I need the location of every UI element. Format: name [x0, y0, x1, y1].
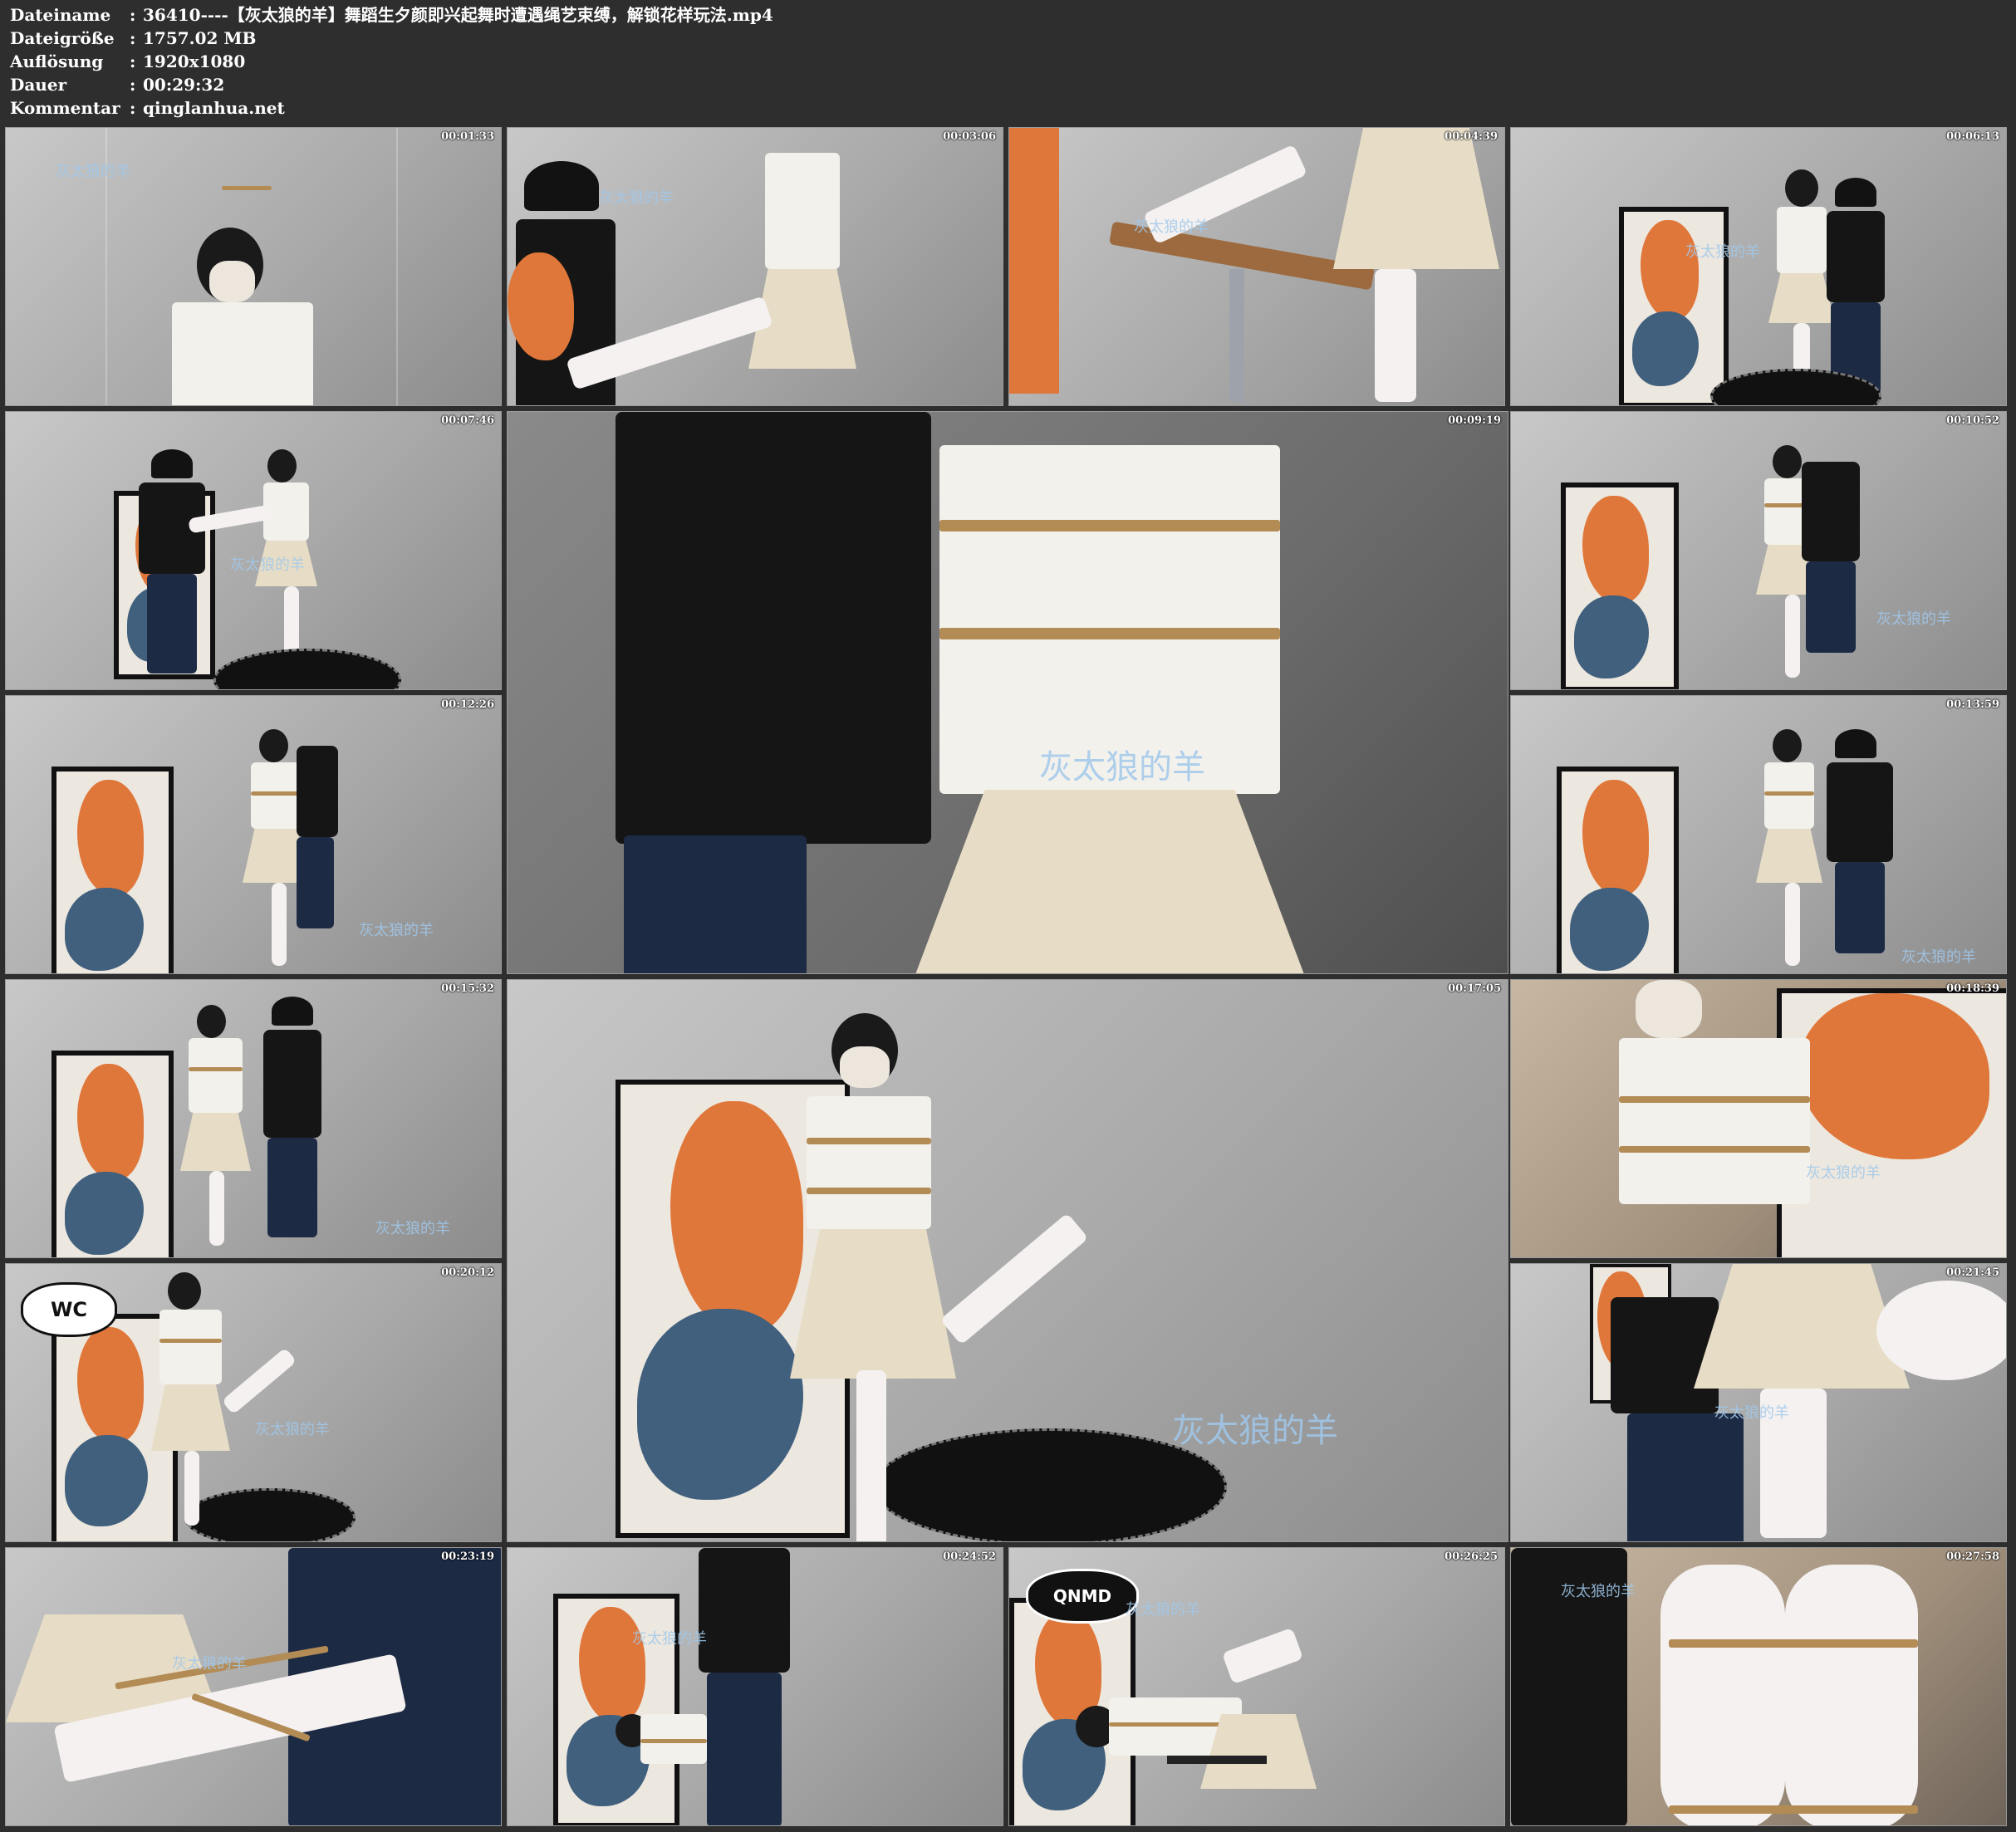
watermark: 灰太狼的羊	[172, 1655, 247, 1673]
rug	[184, 1488, 356, 1541]
watermark: 灰太狼的羊	[230, 556, 305, 574]
watermark: 灰太狼的羊	[359, 922, 434, 939]
timestamp: 00:17:05	[1448, 982, 1501, 995]
watermark: 灰太狼的羊	[375, 1220, 450, 1237]
thumbnail[interactable]: 灰太狼的羊 00:21:45	[1510, 1263, 2007, 1542]
watermark: 灰太狼的羊	[599, 189, 674, 207]
watermark: 灰太狼的羊	[632, 1630, 707, 1648]
timestamp: 00:20:12	[441, 1266, 494, 1279]
timestamp: 00:24:52	[943, 1550, 996, 1563]
timestamp: 00:26:25	[1445, 1550, 1498, 1563]
timestamp: 00:13:59	[1946, 698, 1999, 711]
barre-stand	[1229, 269, 1244, 402]
thumbnail[interactable]: 灰太狼的羊 00:18:39	[1510, 979, 2007, 1258]
speech-bubble: WC	[21, 1282, 117, 1337]
timestamp: 00:18:39	[1946, 982, 1999, 995]
wall-panel	[396, 128, 398, 405]
watermark: 灰太狼的羊	[1126, 1601, 1200, 1619]
watermark: 灰太狼的羊	[1172, 1412, 1338, 1450]
thumbnail[interactable]: 灰太狼的羊 00:04:39	[1008, 127, 1505, 406]
poster	[1777, 988, 2006, 1257]
poster	[52, 1051, 174, 1257]
speech-bubble: QNMD	[1026, 1569, 1139, 1624]
thumbnail[interactable]: 灰太狼的羊 00:06:13	[1510, 127, 2007, 406]
thumbnail[interactable]: 灰太狼的羊 00:12:26	[5, 695, 502, 974]
thumbnail[interactable]: 灰太狼的羊 00:15:32	[5, 979, 502, 1258]
watermark: 灰太狼的羊	[1039, 748, 1205, 786]
watermark: 灰太狼的羊	[1901, 948, 1976, 966]
thumbnail[interactable]: QNMD 灰太狼的羊 00:26:25	[1008, 1547, 1505, 1826]
poster	[1561, 482, 1679, 689]
thumbnail[interactable]: 灰太狼的羊 00:01:33	[5, 127, 502, 406]
thumbnail[interactable]: 灰太狼的羊 00:27:58	[1510, 1547, 2007, 1826]
thumbnail[interactable]: 灰太狼的羊 00:23:19	[5, 1547, 502, 1826]
timestamp: 00:21:45	[1946, 1266, 1999, 1279]
poster	[1009, 128, 1059, 405]
timestamp: 00:03:06	[943, 130, 996, 143]
poster	[1619, 207, 1729, 405]
stool	[1167, 1756, 1267, 1764]
poster	[508, 252, 582, 405]
thumbnail-grid: 灰太狼的羊 00:01:33 灰太狼的羊 00:03:06 灰太狼的羊 00:0…	[0, 0, 2016, 1832]
thumbnail[interactable]: WC 灰太狼的羊 00:20:12	[5, 1263, 502, 1542]
thumbnail-large[interactable]: 灰太狼的羊 00:09:19	[507, 411, 1508, 974]
timestamp: 00:09:19	[1448, 414, 1501, 427]
thumbnail[interactable]: 灰太狼的羊 00:03:06	[507, 127, 1003, 406]
thumbnail[interactable]: 灰太狼的羊 00:10:52	[1510, 411, 2007, 690]
watermark: 灰太狼的羊	[1876, 610, 1951, 628]
watermark: 灰太狼的羊	[1134, 218, 1209, 236]
timestamp: 00:12:26	[441, 698, 494, 711]
thumbnail[interactable]: 灰太狼的羊 00:07:46	[5, 411, 502, 690]
timestamp: 00:06:13	[1946, 130, 1999, 143]
watermark: 灰太狼的羊	[1561, 1583, 1636, 1600]
timestamp: 00:07:46	[441, 414, 494, 427]
timestamp: 00:27:58	[1946, 1550, 1999, 1563]
timestamp: 00:01:33	[441, 130, 494, 143]
poster	[52, 767, 174, 973]
watermark: 灰太狼的羊	[1714, 1404, 1789, 1422]
thumbnail[interactable]: 灰太狼的羊 00:24:52	[507, 1547, 1003, 1826]
thumbnail-large[interactable]: 灰太狼的羊 00:17:05	[507, 979, 1508, 1542]
timestamp: 00:10:52	[1946, 414, 1999, 427]
timestamp: 00:15:32	[441, 982, 494, 995]
watermark: 灰太狼的羊	[56, 163, 130, 180]
watermark: 灰太狼的羊	[255, 1421, 330, 1438]
thumbnail[interactable]: 灰太狼的羊 00:13:59	[1510, 695, 2007, 974]
watermark: 灰太狼的羊	[1685, 243, 1760, 261]
timestamp: 00:04:39	[1445, 130, 1498, 143]
poster	[1557, 767, 1679, 973]
watermark: 灰太狼的羊	[1806, 1164, 1881, 1182]
timestamp: 00:23:19	[441, 1550, 494, 1563]
rug	[213, 649, 401, 689]
